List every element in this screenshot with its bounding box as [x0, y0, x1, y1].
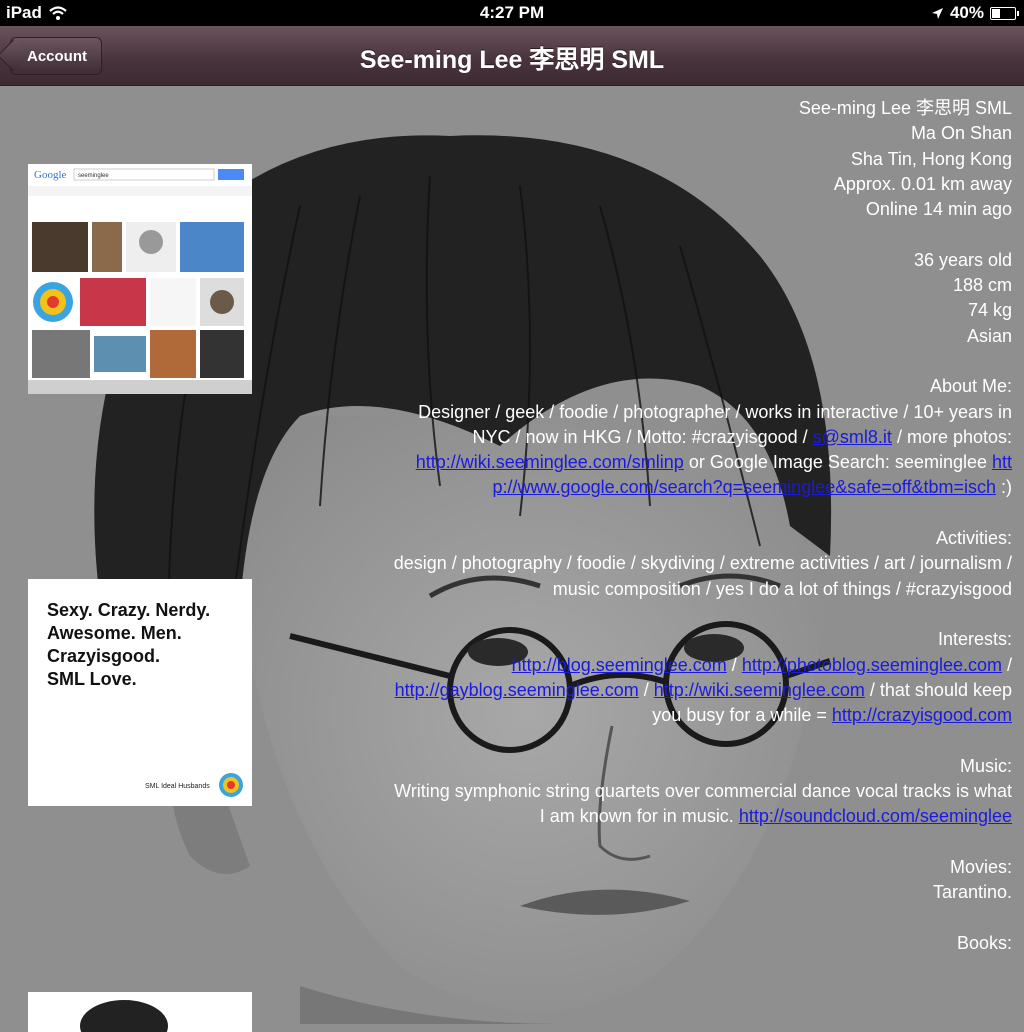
- photo-thumbnail-google-search[interactable]: Google seeminglee: [28, 164, 252, 394]
- photo-thumbnail-portrait[interactable]: [28, 992, 252, 1032]
- slogan-text: Sexy. Crazy. Nerdy. Awesome. Men. Crazyi…: [47, 600, 211, 689]
- age: 36 years old: [913, 249, 1012, 270]
- profile-location-block: See-ming Lee 李思明 SML Ma On Shan Sha Tin,…: [392, 96, 1012, 222]
- weight: 74 kg: [967, 300, 1012, 321]
- clock: 4:27 PM: [479, 3, 545, 22]
- email-link[interactable]: s@sml8.it: [813, 427, 892, 447]
- battery-percent: 40%: [949, 3, 984, 22]
- location-neighborhood: Ma On Shan: [910, 123, 1012, 144]
- page-title: See-ming Lee 李思明 SML: [359, 46, 665, 74]
- wiki-link[interactable]: http://wiki.seeminglee.com: [654, 680, 865, 700]
- profile-stats-block: 36 years old 188 cm 74 kg Asian: [392, 248, 1012, 349]
- interests-section: Interests: http://blog.seeminglee.com / …: [392, 627, 1012, 728]
- height: 188 cm: [952, 275, 1012, 296]
- portrait-thumbnail-image: [28, 992, 252, 1032]
- music-heading: Music:: [959, 755, 1012, 776]
- status-bar: iPad 4:27 PM 40%: [0, 0, 1024, 26]
- slogan-caption: SML Ideal Husbands: [145, 783, 210, 790]
- gayblog-link[interactable]: http://gayblog.seeminglee.com: [395, 680, 639, 700]
- books-heading: Books:: [956, 932, 1012, 953]
- battery-icon: [990, 6, 1019, 20]
- online-status: Online 14 min ago: [865, 199, 1012, 220]
- wiki-photos-link[interactable]: http://wiki.seeminglee.com/smlinp: [416, 452, 684, 472]
- google-search-screenshot: Google seeminglee: [28, 164, 252, 394]
- about-section: About Me: Designer / geek / foodie / pho…: [392, 374, 1012, 500]
- location-district: Sha Tin, Hong Kong: [850, 148, 1012, 169]
- ethnicity: Asian: [966, 325, 1012, 346]
- google-query-text: seeminglee: [78, 173, 109, 179]
- distance: Approx. 0.01 km away: [833, 173, 1012, 194]
- crazyisgood-link[interactable]: http://crazyisgood.com: [832, 705, 1012, 725]
- blog-link[interactable]: http://blog.seeminglee.com: [512, 655, 727, 675]
- target-logo-icon: [219, 773, 243, 797]
- profile-name: See-ming Lee 李思明 SML: [798, 98, 1012, 118]
- activities-heading: Activities:: [935, 528, 1012, 549]
- profile-info: See-ming Lee 李思明 SML Ma On Shan Sha Tin,…: [392, 96, 1012, 981]
- photoblog-link[interactable]: http://photoblog.seeminglee.com: [742, 655, 1002, 675]
- music-section: Music: Writing symphonic string quartets…: [392, 754, 1012, 830]
- activities-section: Activities: design / photography / foodi…: [392, 526, 1012, 602]
- books-section: Books:: [392, 931, 1012, 956]
- interests-heading: Interests:: [937, 629, 1012, 650]
- soundcloud-link[interactable]: http://soundcloud.com/seeminglee: [739, 806, 1012, 826]
- about-heading: About Me:: [929, 376, 1012, 397]
- movies-heading: Movies:: [949, 856, 1012, 877]
- movies-section: Movies: Tarantino.: [392, 855, 1012, 906]
- movies-text: Tarantino.: [932, 882, 1012, 903]
- activities-text: design / photography / foodie / skydivin…: [393, 553, 1012, 599]
- navigation-bar: Account See-ming Lee 李思明 SML: [0, 26, 1024, 86]
- google-logo: Google: [34, 169, 67, 181]
- location-arrow-icon: [931, 7, 943, 19]
- photo-thumbnail-slogan[interactable]: Sexy. Crazy. Nerdy. Awesome. Men. Crazyi…: [28, 579, 252, 806]
